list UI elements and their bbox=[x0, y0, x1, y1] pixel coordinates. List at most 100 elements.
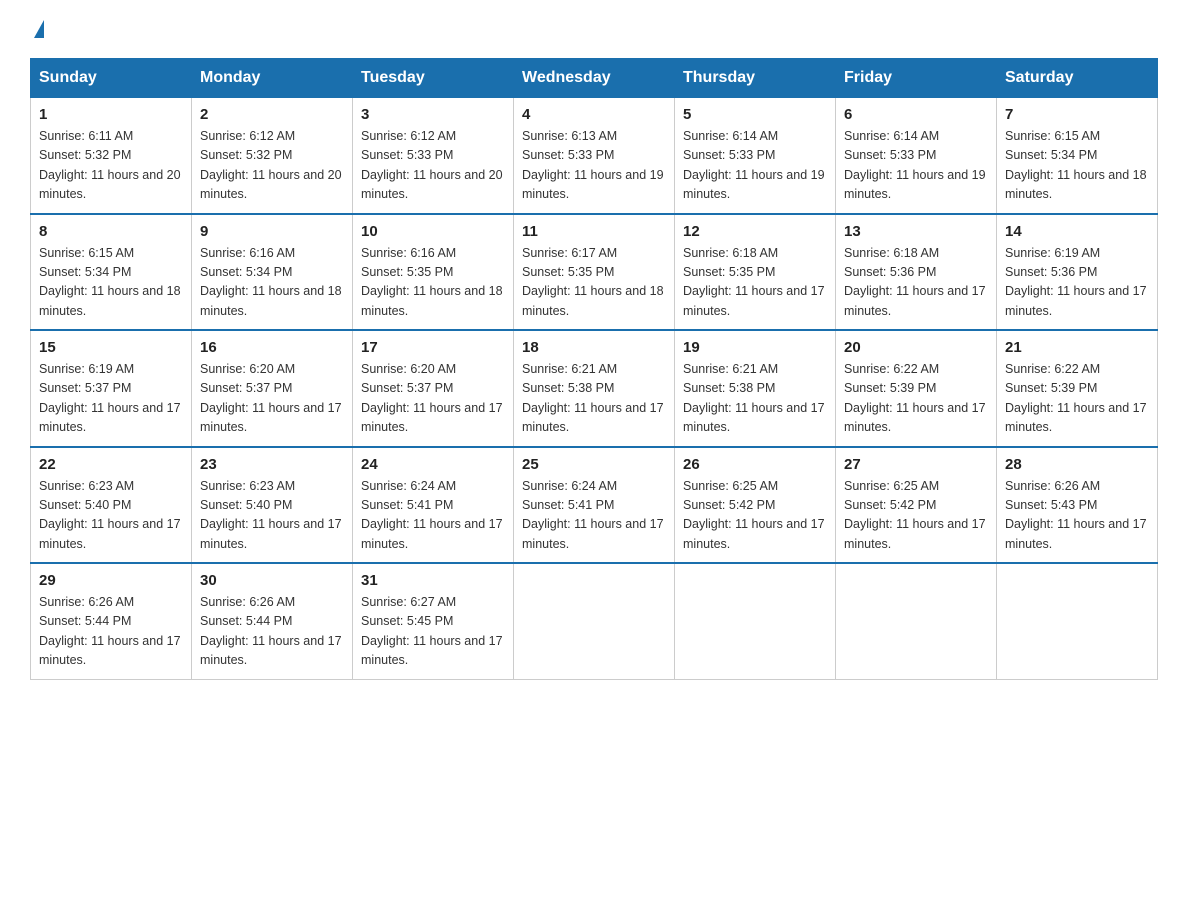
day-info: Sunrise: 6:24 AMSunset: 5:41 PMDaylight:… bbox=[361, 477, 505, 555]
day-number: 1 bbox=[39, 106, 183, 123]
calendar-cell: 7Sunrise: 6:15 AMSunset: 5:34 PMDaylight… bbox=[997, 98, 1158, 214]
day-info: Sunrise: 6:13 AMSunset: 5:33 PMDaylight:… bbox=[522, 127, 666, 205]
day-number: 16 bbox=[200, 339, 344, 356]
day-number: 17 bbox=[361, 339, 505, 356]
calendar-cell: 20 Sunrise: 6:22 AMSunset: 5:39 PMDayligh… bbox=[836, 330, 997, 447]
calendar-cell: 22 Sunrise: 6:23 AMSunset: 5:40 PMDayligh… bbox=[31, 447, 192, 564]
day-info: Sunrise: 6:15 AMSunset: 5:34 PMDaylight:… bbox=[1005, 127, 1149, 205]
col-header-wednesday: Wednesday bbox=[514, 59, 675, 98]
day-info: Sunrise: 6:24 AMSunset: 5:41 PMDaylight:… bbox=[522, 477, 666, 555]
day-info: Sunrise: 6:23 AMSunset: 5:40 PMDaylight:… bbox=[200, 477, 344, 555]
day-info: Sunrise: 6:23 AMSunset: 5:40 PMDaylight:… bbox=[39, 477, 183, 555]
day-info: Sunrise: 6:19 AMSunset: 5:37 PMDaylight:… bbox=[39, 360, 183, 438]
day-number: 13 bbox=[844, 223, 988, 240]
day-number: 5 bbox=[683, 106, 827, 123]
day-number: 28 bbox=[1005, 456, 1149, 473]
col-header-friday: Friday bbox=[836, 59, 997, 98]
day-number: 30 bbox=[200, 572, 344, 589]
day-number: 31 bbox=[361, 572, 505, 589]
calendar-cell: 26 Sunrise: 6:25 AMSunset: 5:42 PMDayligh… bbox=[675, 447, 836, 564]
day-info: Sunrise: 6:20 AMSunset: 5:37 PMDaylight:… bbox=[200, 360, 344, 438]
col-header-tuesday: Tuesday bbox=[353, 59, 514, 98]
calendar-cell: 31 Sunrise: 6:27 AMSunset: 5:45 PMDayligh… bbox=[353, 563, 514, 679]
calendar-cell: 9 Sunrise: 6:16 AMSunset: 5:34 PMDaylight… bbox=[192, 214, 353, 331]
logo-triangle-icon bbox=[34, 20, 44, 38]
day-number: 19 bbox=[683, 339, 827, 356]
day-number: 22 bbox=[39, 456, 183, 473]
day-number: 9 bbox=[200, 223, 344, 240]
calendar-cell: 17Sunrise: 6:20 AMSunset: 5:37 PMDayligh… bbox=[353, 330, 514, 447]
calendar-cell: 16 Sunrise: 6:20 AMSunset: 5:37 PMDayligh… bbox=[192, 330, 353, 447]
calendar-cell: 6 Sunrise: 6:14 AMSunset: 5:33 PMDaylight… bbox=[836, 98, 997, 214]
calendar-table: SundayMondayTuesdayWednesdayThursdayFrid… bbox=[30, 58, 1158, 680]
calendar-cell: 19Sunrise: 6:21 AMSunset: 5:38 PMDayligh… bbox=[675, 330, 836, 447]
day-info: Sunrise: 6:21 AMSunset: 5:38 PMDaylight:… bbox=[522, 360, 666, 438]
calendar-cell: 27Sunrise: 6:25 AMSunset: 5:42 PMDayligh… bbox=[836, 447, 997, 564]
calendar-cell: 28 Sunrise: 6:26 AMSunset: 5:43 PMDayligh… bbox=[997, 447, 1158, 564]
calendar-cell: 4 Sunrise: 6:13 AMSunset: 5:33 PMDaylight… bbox=[514, 98, 675, 214]
day-info: Sunrise: 6:18 AMSunset: 5:35 PMDaylight:… bbox=[683, 244, 827, 322]
day-number: 24 bbox=[361, 456, 505, 473]
day-info: Sunrise: 6:26 AMSunset: 5:44 PMDaylight:… bbox=[200, 593, 344, 671]
day-number: 3 bbox=[361, 106, 505, 123]
calendar-cell: 29 Sunrise: 6:26 AMSunset: 5:44 PMDayligh… bbox=[31, 563, 192, 679]
calendar-cell: 15 Sunrise: 6:19 AMSunset: 5:37 PMDayligh… bbox=[31, 330, 192, 447]
day-info: Sunrise: 6:19 AMSunset: 5:36 PMDaylight:… bbox=[1005, 244, 1149, 322]
day-number: 21 bbox=[1005, 339, 1149, 356]
day-number: 26 bbox=[683, 456, 827, 473]
calendar-cell: 8 Sunrise: 6:15 AMSunset: 5:34 PMDaylight… bbox=[31, 214, 192, 331]
day-info: Sunrise: 6:25 AMSunset: 5:42 PMDaylight:… bbox=[844, 477, 988, 555]
logo bbox=[30, 20, 44, 38]
day-number: 15 bbox=[39, 339, 183, 356]
col-header-monday: Monday bbox=[192, 59, 353, 98]
day-info: Sunrise: 6:15 AMSunset: 5:34 PMDaylight:… bbox=[39, 244, 183, 322]
calendar-week-row: 22 Sunrise: 6:23 AMSunset: 5:40 PMDayligh… bbox=[31, 447, 1158, 564]
day-info: Sunrise: 6:26 AMSunset: 5:43 PMDaylight:… bbox=[1005, 477, 1149, 555]
day-number: 6 bbox=[844, 106, 988, 123]
calendar-cell: 1 Sunrise: 6:11 AMSunset: 5:32 PMDaylight… bbox=[31, 98, 192, 214]
day-info: Sunrise: 6:16 AMSunset: 5:34 PMDaylight:… bbox=[200, 244, 344, 322]
calendar-cell: 23 Sunrise: 6:23 AMSunset: 5:40 PMDayligh… bbox=[192, 447, 353, 564]
day-info: Sunrise: 6:25 AMSunset: 5:42 PMDaylight:… bbox=[683, 477, 827, 555]
calendar-cell: 3 Sunrise: 6:12 AMSunset: 5:33 PMDaylight… bbox=[353, 98, 514, 214]
day-info: Sunrise: 6:27 AMSunset: 5:45 PMDaylight:… bbox=[361, 593, 505, 671]
day-number: 20 bbox=[844, 339, 988, 356]
day-info: Sunrise: 6:22 AMSunset: 5:39 PMDaylight:… bbox=[844, 360, 988, 438]
calendar-cell: 30 Sunrise: 6:26 AMSunset: 5:44 PMDayligh… bbox=[192, 563, 353, 679]
calendar-cell bbox=[514, 563, 675, 679]
day-number: 2 bbox=[200, 106, 344, 123]
day-info: Sunrise: 6:12 AMSunset: 5:33 PMDaylight:… bbox=[361, 127, 505, 205]
calendar-week-row: 29 Sunrise: 6:26 AMSunset: 5:44 PMDayligh… bbox=[31, 563, 1158, 679]
day-number: 29 bbox=[39, 572, 183, 589]
day-info: Sunrise: 6:26 AMSunset: 5:44 PMDaylight:… bbox=[39, 593, 183, 671]
day-number: 4 bbox=[522, 106, 666, 123]
calendar-cell: 5Sunrise: 6:14 AMSunset: 5:33 PMDaylight… bbox=[675, 98, 836, 214]
calendar-cell: 10Sunrise: 6:16 AMSunset: 5:35 PMDayligh… bbox=[353, 214, 514, 331]
day-number: 14 bbox=[1005, 223, 1149, 240]
day-number: 11 bbox=[522, 223, 666, 240]
day-info: Sunrise: 6:16 AMSunset: 5:35 PMDaylight:… bbox=[361, 244, 505, 322]
day-number: 23 bbox=[200, 456, 344, 473]
calendar-cell: 24 Sunrise: 6:24 AMSunset: 5:41 PMDayligh… bbox=[353, 447, 514, 564]
calendar-cell bbox=[836, 563, 997, 679]
day-info: Sunrise: 6:11 AMSunset: 5:32 PMDaylight:… bbox=[39, 127, 183, 205]
calendar-week-row: 15 Sunrise: 6:19 AMSunset: 5:37 PMDayligh… bbox=[31, 330, 1158, 447]
day-info: Sunrise: 6:22 AMSunset: 5:39 PMDaylight:… bbox=[1005, 360, 1149, 438]
day-number: 25 bbox=[522, 456, 666, 473]
day-info: Sunrise: 6:14 AMSunset: 5:33 PMDaylight:… bbox=[844, 127, 988, 205]
day-number: 12 bbox=[683, 223, 827, 240]
page-header bbox=[30, 20, 1158, 38]
day-info: Sunrise: 6:18 AMSunset: 5:36 PMDaylight:… bbox=[844, 244, 988, 322]
day-number: 8 bbox=[39, 223, 183, 240]
day-info: Sunrise: 6:12 AMSunset: 5:32 PMDaylight:… bbox=[200, 127, 344, 205]
calendar-cell: 14 Sunrise: 6:19 AMSunset: 5:36 PMDayligh… bbox=[997, 214, 1158, 331]
calendar-cell: 11Sunrise: 6:17 AMSunset: 5:35 PMDayligh… bbox=[514, 214, 675, 331]
calendar-cell bbox=[997, 563, 1158, 679]
calendar-cell: 25 Sunrise: 6:24 AMSunset: 5:41 PMDayligh… bbox=[514, 447, 675, 564]
calendar-cell bbox=[675, 563, 836, 679]
day-number: 18 bbox=[522, 339, 666, 356]
calendar-cell: 21 Sunrise: 6:22 AMSunset: 5:39 PMDayligh… bbox=[997, 330, 1158, 447]
col-header-thursday: Thursday bbox=[675, 59, 836, 98]
calendar-cell: 12 Sunrise: 6:18 AMSunset: 5:35 PMDayligh… bbox=[675, 214, 836, 331]
calendar-week-row: 1 Sunrise: 6:11 AMSunset: 5:32 PMDaylight… bbox=[31, 98, 1158, 214]
